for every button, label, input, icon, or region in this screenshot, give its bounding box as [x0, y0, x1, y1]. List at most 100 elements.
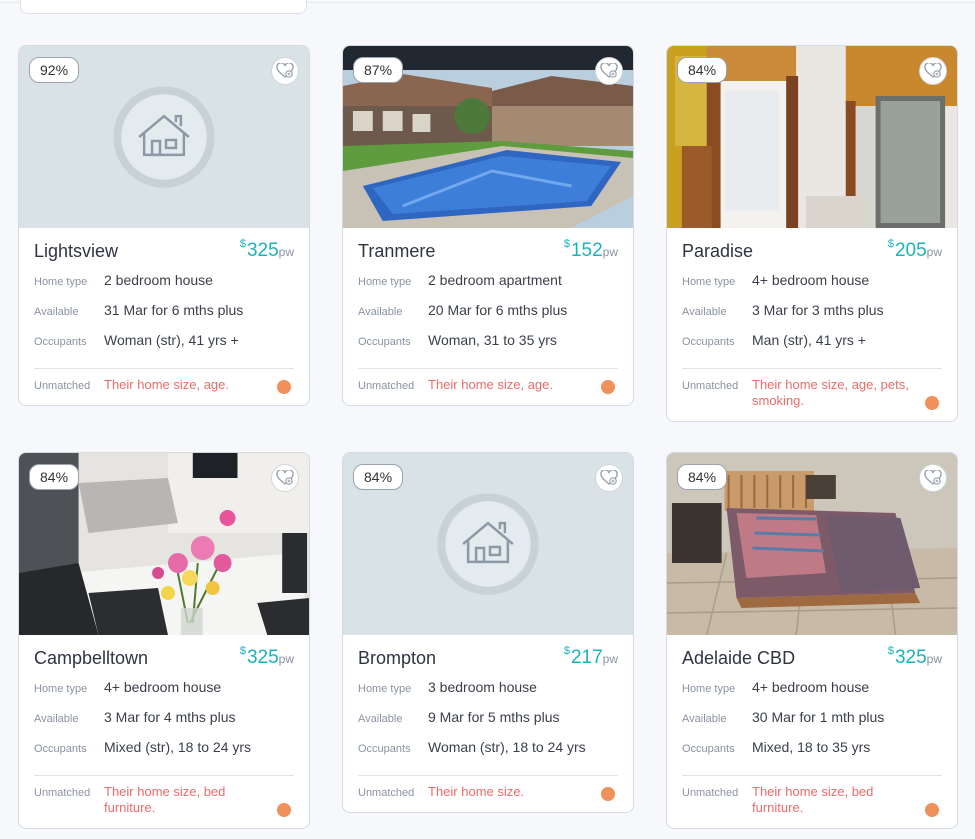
available-label: Available — [682, 713, 727, 725]
currency-symbol: $ — [239, 645, 246, 657]
available-value: 3 Mar for 3 mths plus — [752, 302, 884, 318]
divider — [34, 368, 294, 369]
status-dot — [277, 380, 291, 394]
listing-suburb: Paradise — [682, 241, 754, 261]
per-week-label: pw — [926, 652, 942, 666]
unmatched-value: Their home size, bed furniture. — [752, 784, 874, 815]
listing-card[interactable]: 84% Paradise $205pw Home type 4+ bedroom … — [666, 45, 958, 422]
unmatched-value: Their home size. — [428, 784, 525, 799]
listing-price: $325pw — [240, 238, 294, 262]
listing-suburb: Lightsview — [34, 241, 119, 261]
divider — [682, 368, 942, 369]
currency-symbol: $ — [887, 238, 894, 250]
listing-suburb: Brompton — [358, 648, 437, 668]
currency-symbol: $ — [239, 238, 246, 250]
listing-card[interactable]: 84% Brompton $217pw Home type 3 bedroom h… — [342, 452, 634, 813]
listing-photo: 84% — [19, 453, 309, 635]
favorite-button[interactable] — [595, 57, 623, 85]
listing-card[interactable]: 84% Campbelltown $325pw Home type 4+ bedr… — [18, 452, 310, 829]
unmatched-label: Unmatched — [682, 380, 739, 392]
available-value: 9 Mar for 5 mths plus — [428, 709, 560, 725]
heart-add-icon — [924, 63, 942, 78]
status-dot — [925, 396, 939, 410]
price-amount: 325 — [894, 647, 927, 668]
home-type-value: 3 bedroom house — [428, 679, 537, 695]
home-type-value: 2 bedroom apartment — [428, 272, 562, 288]
available-label: Available — [682, 306, 727, 318]
favorite-button[interactable] — [595, 464, 623, 492]
occupants-value: Woman (str), 18 to 24 yrs — [428, 739, 586, 755]
listing-price: $325pw — [888, 645, 942, 669]
home-type-value: 4+ bedroom house — [752, 679, 870, 695]
match-percent-badge: 87% — [353, 57, 404, 83]
favorite-button[interactable] — [271, 57, 299, 85]
listing-photo: 87% — [343, 46, 633, 228]
listing-suburb: Adelaide CBD — [682, 648, 796, 668]
favorite-button[interactable] — [271, 464, 299, 492]
home-type-label: Home type — [358, 276, 412, 288]
currency-symbol: $ — [563, 645, 570, 657]
price-amount: 152 — [570, 240, 603, 261]
listing-price: $217pw — [564, 645, 618, 669]
listing-suburb: Campbelltown — [34, 648, 149, 668]
unmatched-label: Unmatched — [358, 380, 415, 392]
divider — [358, 775, 618, 776]
home-type-label: Home type — [682, 683, 736, 695]
occupants-label: Occupants — [682, 336, 735, 348]
occupants-label: Occupants — [34, 336, 87, 348]
per-week-label: pw — [278, 652, 294, 666]
occupants-value: Mixed, 18 to 35 yrs — [752, 739, 871, 755]
listing-card[interactable]: 84% Adelaide CBD $325pw Home type 4+ bedr… — [666, 452, 958, 829]
per-week-label: pw — [602, 245, 618, 259]
listing-card[interactable]: 92% Lightsview $325pw Home type 2 bedroom… — [18, 45, 310, 406]
filter-bar[interactable] — [20, 0, 307, 14]
price-amount: 325 — [246, 647, 279, 668]
match-percent-badge: 84% — [29, 464, 80, 490]
listing-photo: 84% — [667, 453, 957, 635]
occupants-value: Mixed (str), 18 to 24 yrs — [104, 739, 252, 755]
status-dot — [277, 803, 291, 817]
available-label: Available — [358, 713, 403, 725]
price-amount: 217 — [570, 647, 603, 668]
heart-add-icon — [276, 63, 294, 78]
match-percent-badge: 84% — [353, 464, 404, 490]
unmatched-value: Their home size, age. — [428, 377, 554, 392]
currency-symbol: $ — [563, 238, 570, 250]
unmatched-label: Unmatched — [682, 787, 739, 799]
available-value: 30 Mar for 1 mth plus — [752, 709, 885, 725]
divider — [358, 368, 618, 369]
heart-add-icon — [600, 470, 618, 485]
available-label: Available — [34, 713, 79, 725]
per-week-label: pw — [926, 245, 942, 259]
favorite-button[interactable] — [919, 57, 947, 85]
available-label: Available — [34, 306, 79, 318]
occupants-label: Occupants — [358, 336, 411, 348]
listing-price: $205pw — [888, 238, 942, 262]
favorite-button[interactable] — [919, 464, 947, 492]
occupants-label: Occupants — [34, 743, 87, 755]
available-value: 3 Mar for 4 mths plus — [104, 709, 236, 725]
match-percent-badge: 84% — [677, 464, 728, 490]
price-amount: 205 — [894, 240, 927, 261]
per-week-label: pw — [602, 652, 618, 666]
status-dot — [925, 803, 939, 817]
available-value: 20 Mar for 6 mths plus — [428, 302, 568, 318]
divider — [682, 775, 942, 776]
unmatched-label: Unmatched — [34, 380, 91, 392]
status-dot — [601, 380, 615, 394]
available-value: 31 Mar for 6 mths plus — [104, 302, 244, 318]
home-type-value: 2 bedroom house — [104, 272, 213, 288]
occupants-value: Man (str), 41 yrs + — [752, 332, 866, 348]
heart-add-icon — [276, 470, 294, 485]
listing-image-placeholder: 84% — [343, 453, 633, 635]
unmatched-value: Their home size, age, pets, smoking. — [752, 377, 909, 408]
available-label: Available — [358, 306, 403, 318]
unmatched-value: Their home size, age. — [104, 377, 230, 392]
per-week-label: pw — [278, 245, 294, 259]
unmatched-label: Unmatched — [358, 787, 415, 799]
divider — [34, 775, 294, 776]
listing-card[interactable]: 87% Tranmere $152pw Home type 2 bedroom a… — [342, 45, 634, 406]
status-dot — [601, 787, 615, 801]
currency-symbol: $ — [887, 645, 894, 657]
home-type-value: 4+ bedroom house — [104, 679, 222, 695]
